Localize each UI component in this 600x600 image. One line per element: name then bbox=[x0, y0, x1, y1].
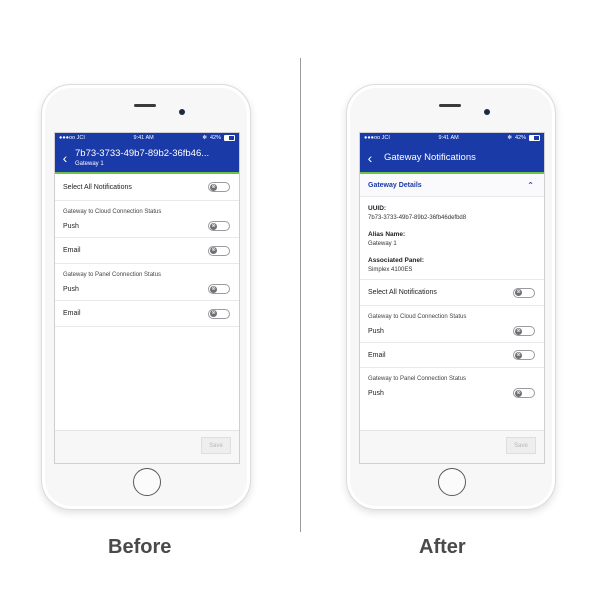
item-label: Email bbox=[63, 310, 81, 317]
save-button[interactable]: Save bbox=[201, 437, 231, 454]
battery-icon bbox=[224, 135, 235, 141]
select-all-row: Select All Notifications ⊗ bbox=[55, 174, 239, 201]
section-label-panel: Gateway to Panel Connection Status bbox=[63, 272, 162, 278]
battery-percent: 42% bbox=[514, 135, 526, 141]
alias-label: Alias Name: bbox=[368, 231, 406, 238]
panel-email-row: Email ⊗ bbox=[55, 301, 239, 327]
cloud-push-toggle[interactable]: ⊗ bbox=[513, 326, 535, 336]
select-all-row: Select All Notifications ⊗ bbox=[360, 280, 544, 306]
screen-before: ●●●oo JCI 9:41 AM ✻ 42% ‹ 7b73-3733-49b7-… bbox=[54, 132, 240, 464]
save-button[interactable]: Save bbox=[506, 437, 536, 454]
phone-before: ●●●oo JCI 9:41 AM ✻ 42% ‹ 7b73-3733-49b7-… bbox=[41, 84, 251, 510]
caption-before: Before bbox=[108, 536, 172, 558]
item-label: Email bbox=[368, 351, 386, 359]
status-bar: ●●●oo JCI 9:41 AM ✻ 42% bbox=[360, 133, 544, 143]
footer: Save bbox=[55, 430, 239, 463]
uuid-label: UUID: bbox=[368, 205, 387, 212]
battery-icon bbox=[529, 135, 540, 141]
toggle-off-icon: ⊗ bbox=[210, 310, 217, 317]
home-button[interactable] bbox=[133, 468, 161, 496]
cloud-email-row: Email ⊗ bbox=[360, 343, 544, 368]
select-all-toggle[interactable]: ⊗ bbox=[513, 287, 535, 298]
nav-bar: ‹ Gateway Notifications bbox=[360, 143, 544, 172]
item-label: Push bbox=[368, 389, 384, 397]
toggle-off-icon: ⊗ bbox=[210, 285, 217, 293]
front-camera bbox=[179, 109, 185, 115]
item-label: Push bbox=[63, 285, 79, 293]
front-camera bbox=[484, 109, 490, 115]
select-all-label: Select All Notifications bbox=[63, 183, 132, 191]
alias-field: Alias Name: Gateway 1 bbox=[360, 231, 544, 247]
carrier-signal: ●●●oo JCI bbox=[59, 135, 85, 141]
toggle-off-icon: ⊗ bbox=[515, 289, 522, 296]
alias-value: Gateway 1 bbox=[368, 241, 397, 247]
toggle-off-icon: ⊗ bbox=[515, 389, 522, 397]
gateway-details-title: Gateway Details bbox=[368, 181, 422, 189]
nav-title: 7b73-3733-49b7-89b2-36fb46... bbox=[75, 148, 210, 159]
section-label-cloud: Gateway to Cloud Connection Status bbox=[368, 314, 467, 320]
chevron-up-icon: ⌃ bbox=[527, 180, 534, 190]
caption-after: After bbox=[419, 536, 466, 558]
cloud-email-toggle[interactable]: ⊗ bbox=[208, 245, 230, 256]
nav-title: Gateway Notifications bbox=[384, 152, 476, 163]
phone-after: ●●●oo JCI 9:41 AM ✻ 42% ‹ Gateway Notific… bbox=[346, 84, 556, 510]
panel-label: Associated Panel: bbox=[368, 257, 424, 264]
toggle-off-icon: ⊗ bbox=[210, 222, 217, 230]
cloud-push-row: Push ⊗ bbox=[360, 320, 544, 343]
speaker bbox=[439, 104, 461, 107]
carrier-signal: ●●●oo JCI bbox=[364, 135, 390, 141]
toggle-off-icon: ⊗ bbox=[515, 327, 522, 335]
uuid-value: 7b73-3733-49b7-89b2-36fb46defbd8 bbox=[368, 215, 467, 221]
toggle-off-icon: ⊗ bbox=[515, 351, 522, 359]
gateway-details-header[interactable]: Gateway Details ⌃ bbox=[360, 174, 544, 197]
nav-subtitle: Gateway 1 bbox=[75, 161, 104, 167]
item-label: Push bbox=[63, 222, 79, 230]
screen-after: ●●●oo JCI 9:41 AM ✻ 42% ‹ Gateway Notific… bbox=[359, 132, 545, 464]
cloud-email-row: Email ⊗ bbox=[55, 238, 239, 264]
toggle-off-icon: ⊗ bbox=[210, 247, 217, 254]
cloud-email-toggle[interactable]: ⊗ bbox=[513, 350, 535, 360]
panel-push-row: Push ⊗ bbox=[55, 278, 239, 301]
home-button[interactable] bbox=[438, 468, 466, 496]
select-all-toggle[interactable]: ⊗ bbox=[208, 182, 230, 192]
status-bar: ●●●oo JCI 9:41 AM ✻ 42% bbox=[55, 133, 239, 143]
panel-push-toggle[interactable]: ⊗ bbox=[513, 388, 535, 398]
item-label: Email bbox=[63, 247, 81, 254]
nav-bar: ‹ 7b73-3733-49b7-89b2-36fb46... Gateway … bbox=[55, 143, 239, 172]
section-label-panel: Gateway to Panel Connection Status bbox=[368, 376, 467, 382]
back-button[interactable]: ‹ bbox=[360, 151, 380, 165]
panel-field: Associated Panel: Simplex 4100ES bbox=[360, 257, 544, 280]
battery-percent: 42% bbox=[209, 135, 221, 141]
uuid-field: UUID: 7b73-3733-49b7-89b2-36fb46defbd8 bbox=[360, 205, 544, 221]
cloud-push-toggle[interactable]: ⊗ bbox=[208, 221, 230, 231]
panel-email-toggle[interactable]: ⊗ bbox=[208, 308, 230, 319]
toggle-off-icon: ⊗ bbox=[210, 183, 217, 191]
section-label-cloud: Gateway to Cloud Connection Status bbox=[63, 209, 162, 215]
status-time: 9:41 AM bbox=[133, 135, 154, 141]
footer: Save bbox=[360, 430, 544, 463]
cloud-push-row: Push ⊗ bbox=[55, 215, 239, 238]
back-button[interactable]: ‹ bbox=[55, 151, 75, 165]
speaker bbox=[134, 104, 156, 107]
panel-value: Simplex 4100ES bbox=[368, 267, 413, 273]
select-all-label: Select All Notifications bbox=[368, 289, 437, 296]
status-time: 9:41 AM bbox=[438, 135, 459, 141]
panel-push-toggle[interactable]: ⊗ bbox=[208, 284, 230, 294]
panel-push-row: Push ⊗ bbox=[360, 382, 544, 404]
item-label: Push bbox=[368, 327, 384, 335]
bluetooth-icon: ✻ bbox=[202, 135, 207, 141]
bluetooth-icon: ✻ bbox=[507, 135, 512, 141]
vertical-divider bbox=[300, 58, 301, 532]
